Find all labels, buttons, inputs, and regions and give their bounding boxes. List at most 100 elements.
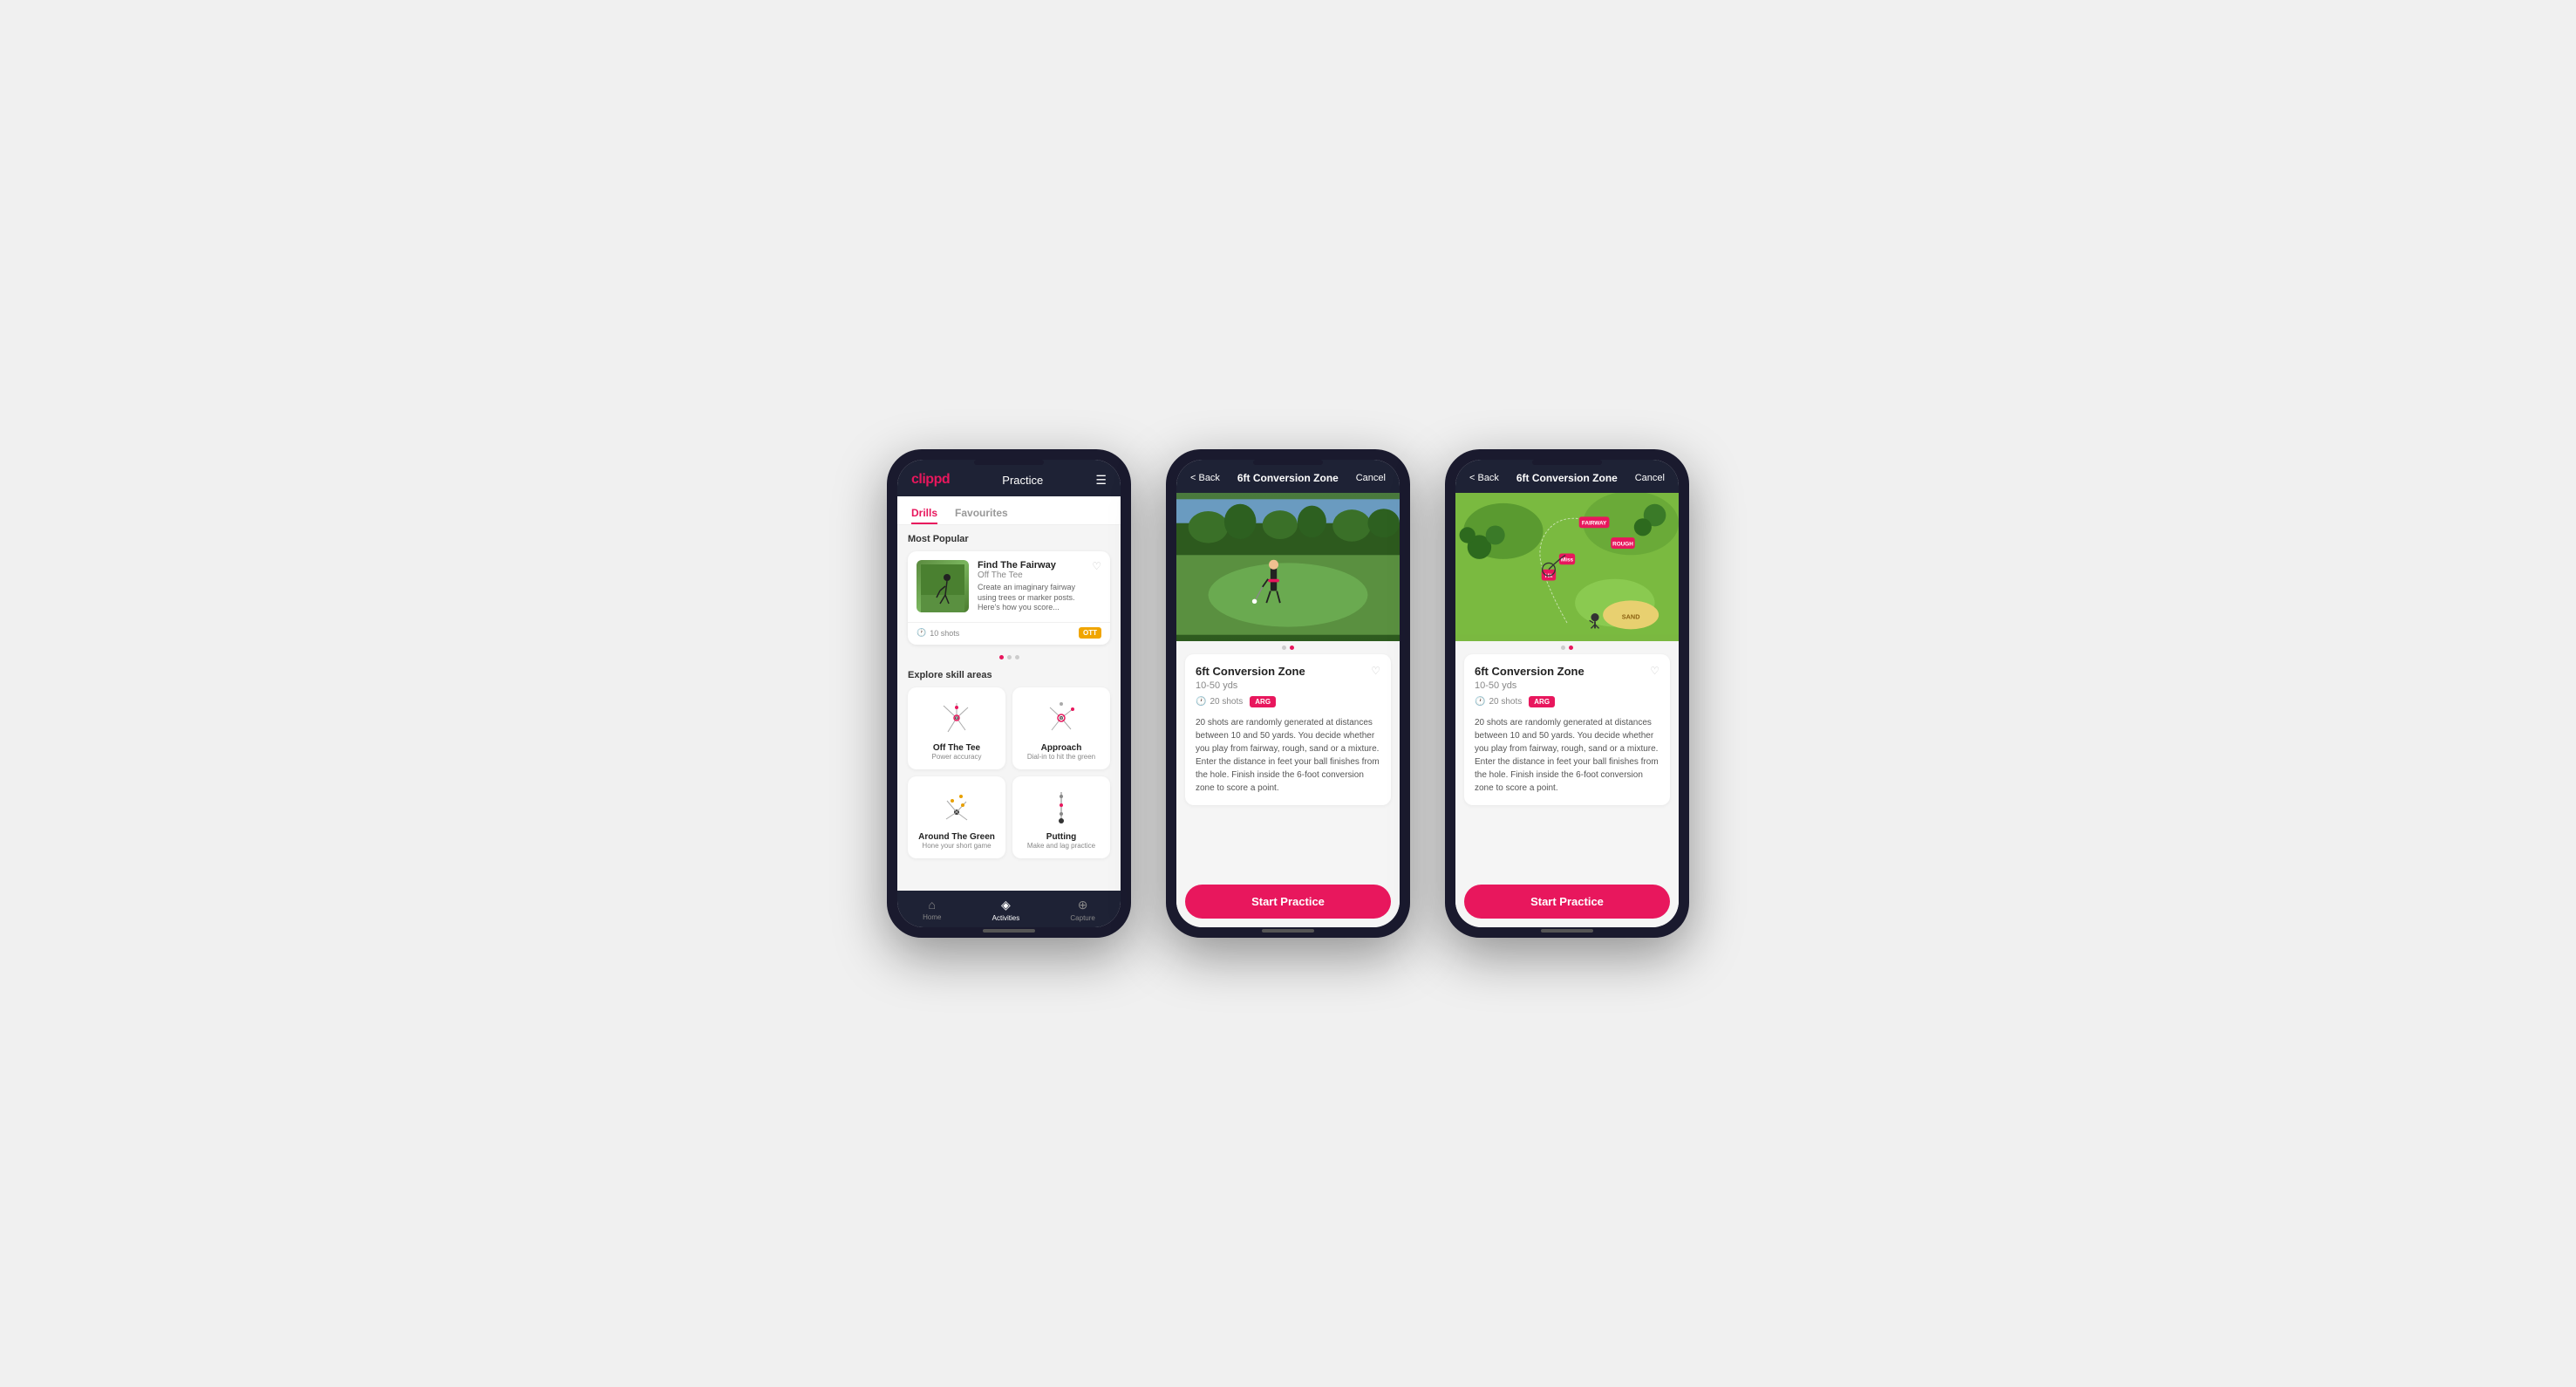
drill-name: Find The Fairway: [978, 560, 1083, 571]
nav-home-label: Home: [923, 913, 941, 921]
drill-info: Find The Fairway Off The Tee Create an i…: [978, 560, 1083, 613]
shots-count: 10 shots: [930, 629, 959, 638]
header-title-2: 6ft Conversion Zone: [1237, 472, 1339, 484]
detail-fav-icon[interactable]: ♡: [1371, 665, 1380, 677]
phone-3: < Back 6ft Conversion Zone Cancel: [1445, 449, 1689, 938]
tab-drills[interactable]: Drills: [911, 503, 937, 524]
golf-image-icon: [921, 564, 964, 612]
home-icon: ⌂: [929, 898, 936, 912]
detail-title-3: 6ft Conversion Zone: [1475, 665, 1584, 678]
detail-description: 20 shots are randomly generated at dista…: [1196, 716, 1380, 795]
phone-notch-2: [1253, 460, 1323, 465]
detail-range-3: 10-50 yds: [1475, 680, 1659, 691]
detail-meta: 🕐 20 shots ARG: [1196, 696, 1380, 707]
tab-favourites[interactable]: Favourites: [955, 503, 1008, 524]
svg-text:SAND: SAND: [1622, 612, 1640, 620]
clock-icon-3: 🕐: [1475, 697, 1485, 707]
drill-shots: 🕐 10 shots: [917, 628, 959, 638]
start-practice-button[interactable]: Start Practice: [1185, 885, 1391, 919]
approach-desc: Dial-in to hit the green: [1027, 753, 1095, 761]
explore-section: Explore skill areas: [908, 670, 1110, 858]
capture-icon: ⊕: [1078, 898, 1088, 912]
svg-text:Miss: Miss: [1561, 557, 1574, 564]
phone-notch-3: [1532, 460, 1602, 465]
detail-tag: ARG: [1250, 696, 1276, 707]
back-button-3[interactable]: < Back: [1469, 473, 1499, 483]
app-logo: clippd: [911, 472, 950, 488]
drill-detail-content: 6ft Conversion Zone ♡ 10-50 yds 🕐 20 sho…: [1176, 493, 1400, 876]
drill-tag: OTT: [1079, 627, 1101, 639]
detail-fav-icon-3[interactable]: ♡: [1650, 665, 1659, 677]
drill-hero-image: [1176, 493, 1400, 641]
menu-icon[interactable]: ☰: [1095, 473, 1107, 488]
phone-2-screen: < Back 6ft Conversion Zone Cancel: [1176, 460, 1400, 927]
nav-activities-label: Activities: [992, 914, 1020, 922]
clock-icon: 🕐: [917, 628, 926, 638]
phone-1: clippd Practice ☰ Drills Favourites Most…: [887, 449, 1131, 938]
tabs-bar: Drills Favourites: [897, 496, 1121, 525]
dot-3: [1015, 655, 1019, 659]
detail-title-row: 6ft Conversion Zone ♡: [1196, 665, 1380, 678]
atg-icon: [935, 788, 978, 827]
atg-name: Around The Green: [918, 832, 995, 842]
meta-shots: 🕐 20 shots: [1196, 697, 1243, 707]
detail-range: 10-50 yds: [1196, 680, 1380, 691]
hero-dot-2: [1290, 646, 1294, 650]
skill-card-ott[interactable]: Off The Tee Power accuracy: [908, 687, 1005, 769]
phone-2: < Back 6ft Conversion Zone Cancel: [1166, 449, 1410, 938]
drill-map-content: SAND Hit Miss: [1455, 493, 1679, 876]
atg-icon-area: [930, 785, 983, 829]
cancel-button[interactable]: Cancel: [1356, 473, 1386, 483]
putting-icon: [1039, 788, 1083, 827]
drill-map-image: SAND Hit Miss: [1455, 493, 1679, 641]
skill-grid: Off The Tee Power accuracy: [908, 687, 1110, 858]
dot-2: [1007, 655, 1012, 659]
most-popular-label: Most Popular: [908, 534, 1110, 544]
shots-count-3: 20 shots: [1489, 697, 1522, 707]
explore-label: Explore skill areas: [908, 670, 1110, 680]
nav-activities[interactable]: ◈ Activities: [992, 898, 1020, 922]
start-practice-button-3[interactable]: Start Practice: [1464, 885, 1670, 919]
nav-home[interactable]: ⌂ Home: [923, 898, 941, 922]
drill-detail-card-3: 6ft Conversion Zone ♡ 10-50 yds 🕐 20 sho…: [1464, 654, 1670, 805]
skill-card-approach[interactable]: Approach Dial-in to hit the green: [1012, 687, 1110, 769]
nav-capture-label: Capture: [1070, 914, 1094, 922]
hero-dot-1: [1282, 646, 1286, 650]
drill-category: Off The Tee: [978, 571, 1083, 580]
hero-dots: [1176, 641, 1400, 654]
detail-tag-3: ARG: [1529, 696, 1555, 707]
drill-detail-card: 6ft Conversion Zone ♡ 10-50 yds 🕐 20 sho…: [1185, 654, 1391, 805]
map-hero-dots: [1455, 641, 1679, 654]
phone-1-screen: clippd Practice ☰ Drills Favourites Most…: [897, 460, 1121, 927]
ott-desc: Power accuracy: [932, 753, 982, 761]
svg-text:FAIRWAY: FAIRWAY: [1582, 521, 1607, 527]
back-button[interactable]: < Back: [1190, 473, 1220, 483]
home-indicator-3: [1541, 929, 1593, 933]
carousel-dots: [908, 652, 1110, 663]
svg-text:ROUGH: ROUGH: [1612, 541, 1633, 547]
ott-icon: [935, 699, 978, 738]
drill-footer: 🕐 10 shots OTT: [908, 622, 1110, 645]
cancel-button-3[interactable]: Cancel: [1635, 473, 1665, 483]
start-btn-area-3: Start Practice: [1455, 876, 1679, 927]
map-dot-1: [1561, 646, 1565, 650]
course-map: SAND Hit Miss: [1455, 493, 1679, 641]
skill-card-atg[interactable]: Around The Green Hone your short game: [908, 776, 1005, 858]
nav-capture[interactable]: ⊕ Capture: [1070, 898, 1094, 922]
atg-desc: Hone your short game: [922, 842, 991, 850]
favourite-icon[interactable]: ♡: [1092, 560, 1101, 613]
featured-drill-card[interactable]: Find The Fairway Off The Tee Create an i…: [908, 551, 1110, 645]
home-indicator-2: [1262, 929, 1314, 933]
golf-photo: [1176, 493, 1400, 641]
activities-icon: ◈: [1001, 898, 1011, 912]
drill-thumbnail: [917, 560, 969, 612]
detail-title-row-3: 6ft Conversion Zone ♡: [1475, 665, 1659, 678]
drill-description: Create an imaginary fairway using trees …: [978, 583, 1083, 613]
putting-icon-area: [1035, 785, 1087, 829]
detail-meta-3: 🕐 20 shots ARG: [1475, 696, 1659, 707]
detail-title: 6ft Conversion Zone: [1196, 665, 1305, 678]
clock-icon-2: 🕐: [1196, 697, 1206, 707]
skill-card-putting[interactable]: Putting Make and lag practice: [1012, 776, 1110, 858]
ott-icon-area: [930, 696, 983, 740]
phone-notch: [974, 460, 1044, 465]
